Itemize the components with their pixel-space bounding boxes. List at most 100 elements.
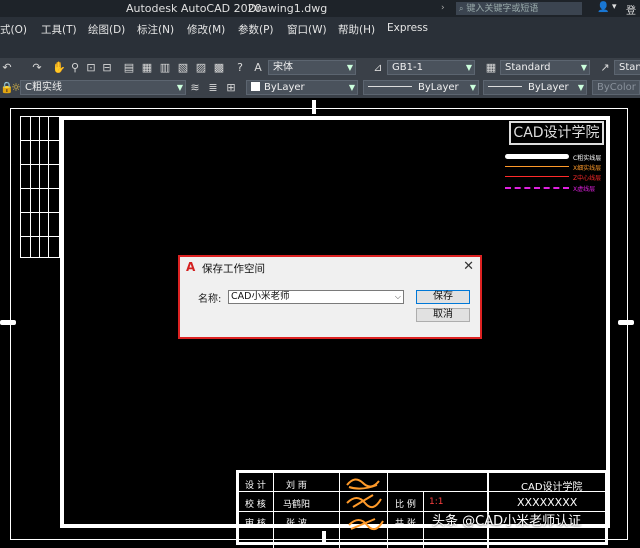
legend-line-thin (505, 166, 569, 167)
search-icon: ⌕ (459, 4, 464, 13)
zoom-previous-icon[interactable]: ⊟ (100, 61, 114, 75)
color-value: ByLayer (264, 82, 305, 93)
lineweight-combo[interactable]: ByLayer ▼ (483, 80, 587, 95)
linetype-value: ByLayer (418, 82, 459, 93)
workspace-name-input[interactable]: CAD小米老师 ⌵ (228, 290, 404, 304)
menu-express[interactable]: Express (387, 22, 428, 34)
multileader-style-combo[interactable]: Standard (614, 60, 640, 75)
menu-help[interactable]: 帮助(H) (338, 22, 375, 37)
multileader-style-icon[interactable]: ↗ (598, 61, 612, 75)
color-combo[interactable]: ByLayer ▼ (246, 80, 358, 95)
dim-style-combo[interactable]: GB1-1 ▼ (387, 60, 475, 75)
center-mark-top (312, 100, 316, 114)
calculator-icon[interactable]: ▩ (212, 61, 226, 75)
dim-style-value: GB1-1 (392, 62, 423, 73)
school-name: CAD设计学院 (521, 482, 583, 493)
chevron-down-icon[interactable]: ⌵ (395, 291, 401, 303)
linetype-preview (368, 86, 412, 87)
menu-modify[interactable]: 修改(M) (187, 22, 225, 37)
help-icon[interactable]: ? (233, 61, 247, 75)
center-mark-right (618, 320, 634, 325)
chevron-down-icon: ▼ (465, 63, 472, 72)
save-button[interactable]: 保存 (416, 290, 470, 304)
file-name: Drawing1.dwg (248, 2, 328, 15)
legend-line-center (505, 176, 569, 177)
plotstyle-value: ByColor (597, 82, 636, 93)
chevron-down-icon: ▼ (346, 63, 353, 72)
pan-icon[interactable]: ✋ (52, 61, 66, 75)
plotstyle-combo[interactable]: ByColor (592, 80, 640, 95)
title-block: 设 计 刘 雨 校 核 马鹤阳 审 核 张 波 比 例 1:1 共 张 CAD设… (236, 470, 608, 548)
legend-label: X虚线层 (573, 186, 596, 193)
text-style-icon[interactable]: A (251, 61, 265, 75)
standard-toolbar: ↶ ↷ ✋ ⚲ ⊡ ⊟ ▤ ▦ ▥ ▧ ▨ ▩ ? A 宋体 ▼ ⊿ GB1-1… (0, 58, 640, 78)
layer-states-icon[interactable]: ⊞ (224, 81, 238, 95)
menu-bar: 式(O) 工具(T) 绘图(D) 标注(N) 修改(M) 参数(P) 窗口(W)… (0, 17, 640, 39)
workspace-name-value: CAD小米老师 (231, 291, 290, 302)
text-style-combo[interactable]: 宋体 ▼ (268, 60, 356, 75)
name-label: 名称: (198, 294, 222, 305)
lineweight-preview (488, 86, 522, 87)
legend-label: Z中心线层 (573, 175, 602, 182)
legend-label: X细实线层 (573, 165, 602, 172)
chevron-down-icon: ▼ (580, 63, 587, 72)
sign-in-label[interactable]: 登 (626, 2, 636, 17)
drawing-number: XXXXXXXX (517, 496, 578, 509)
layers-toolbar: 🔒 ☼ C粗实线 ▼ ≋ ≣ ⊞ ByLayer ▼ ByLayer ▼ ByL… (0, 78, 640, 98)
menu-window[interactable]: 窗口(W) (287, 22, 327, 37)
menu-tools[interactable]: 工具(T) (41, 22, 77, 37)
layer-value: C粗实线 (25, 82, 62, 93)
sheet-set-icon[interactable]: ▧ (176, 61, 190, 75)
color-swatch (251, 82, 260, 91)
linetype-combo[interactable]: ByLayer ▼ (363, 80, 479, 95)
save-workspace-dialog: A 保存工作空间 ✕ 名称: CAD小米老师 ⌵ 保存 取消 (178, 255, 482, 339)
undo-icon[interactable]: ↶ (0, 61, 14, 75)
signature-scribbles (346, 478, 384, 531)
menu-dimension[interactable]: 标注(N) (137, 22, 174, 37)
properties-icon[interactable]: ▤ (122, 61, 136, 75)
layer-combo[interactable]: C粗实线 ▼ (20, 80, 186, 95)
lineweight-value: ByLayer (528, 82, 569, 93)
total-sheets-label: 共 张 (395, 519, 416, 529)
zoom-realtime-icon[interactable]: ⚲ (68, 61, 82, 75)
chevron-down-icon: ▼ (577, 83, 584, 92)
design-label: 设 计 (245, 481, 266, 491)
watermark: 头条 @CAD小米老师认证 (432, 514, 582, 529)
scale-label: 比 例 (395, 500, 416, 510)
design-name: 刘 雨 (286, 481, 307, 491)
chevron-down-icon: ▼ (348, 83, 355, 92)
legend-label: C粗实线层 (573, 155, 602, 162)
design-center-icon[interactable]: ▦ (140, 61, 154, 75)
check-name: 马鹤阳 (283, 500, 311, 510)
table-style-value: Standard (505, 62, 551, 73)
tool-palettes-icon[interactable]: ▥ (158, 61, 172, 75)
check-label: 校 核 (245, 500, 266, 510)
menu-parametric[interactable]: 参数(P) (238, 22, 274, 37)
brand-box: CAD设计学院 (509, 121, 604, 145)
scale-value: 1:1 (429, 497, 444, 507)
legend-line-dashed (505, 187, 569, 189)
search-input[interactable]: ⌕ 键入关键字或短语 (456, 2, 582, 15)
layer-previous-icon[interactable]: ≣ (206, 81, 220, 95)
app-title: Autodesk AutoCAD 2020 (126, 2, 262, 15)
chevron-down-icon: ▼ (469, 83, 476, 92)
cancel-button[interactable]: 取消 (416, 308, 470, 322)
dim-style-icon[interactable]: ⊿ (371, 61, 385, 75)
dialog-title: 保存工作空间 (202, 263, 265, 275)
make-current-icon[interactable]: ≋ (188, 81, 202, 95)
zoom-window-icon[interactable]: ⊡ (84, 61, 98, 75)
table-style-icon[interactable]: ▦ (484, 61, 498, 75)
chevron-right-icon[interactable]: › (441, 3, 445, 13)
menu-format[interactable]: 式(O) (0, 22, 27, 37)
redo-icon[interactable]: ↷ (30, 61, 44, 75)
menu-spacer (0, 39, 640, 58)
user-icon[interactable]: 👤 (597, 2, 609, 13)
markup-icon[interactable]: ▨ (194, 61, 208, 75)
menu-draw[interactable]: 绘图(D) (88, 22, 125, 37)
text-style-value: 宋体 (273, 62, 293, 73)
chevron-down-icon[interactable]: ▾ (612, 2, 617, 12)
search-placeholder: 键入关键字或短语 (466, 4, 539, 14)
chevron-down-icon: ▼ (176, 83, 183, 92)
close-icon[interactable]: ✕ (463, 259, 474, 274)
table-style-combo[interactable]: Standard ▼ (500, 60, 590, 75)
